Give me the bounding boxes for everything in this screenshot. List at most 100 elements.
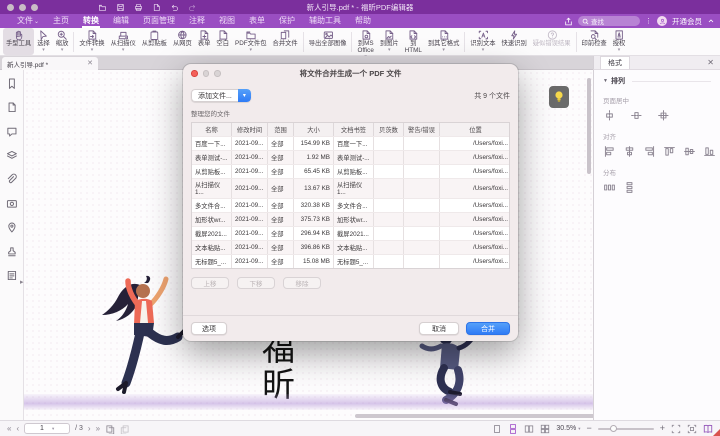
column-header[interactable]: 贝茨数: [374, 123, 404, 136]
toolbar-merge-button[interactable]: 合并文件: [270, 28, 301, 55]
quad-view-icon[interactable]: [540, 424, 550, 434]
facing-view-icon[interactable]: [524, 424, 534, 434]
toolbar-web-button[interactable]: 从网页: [170, 28, 195, 55]
toolbar-image-button[interactable]: 导出全部图像: [306, 28, 350, 55]
toolbar-quick-button[interactable]: 快速识别: [499, 28, 530, 55]
menu-item-转换[interactable]: 转换: [76, 14, 106, 28]
toolbar-clipboard-button[interactable]: 从剪贴板: [139, 28, 170, 55]
column-header[interactable]: 名称: [192, 123, 232, 136]
tip-lightbulb-icon[interactable]: [549, 86, 569, 108]
last-page-icon[interactable]: »: [96, 425, 100, 433]
toolbar-package-button[interactable]: PDF文件包▾: [232, 28, 270, 55]
membership-button[interactable]: 开通会员: [672, 16, 702, 27]
horizontal-scrollbar[interactable]: [355, 414, 593, 418]
toolbar-html-button[interactable]: 到HTML: [402, 28, 425, 55]
ph-center-v-icon[interactable]: [630, 109, 643, 122]
sidebar-pages-icon[interactable]: [5, 101, 18, 114]
file-row[interactable]: 表单测试-...2021-09...全部1.92 MB表单测试-.../User…: [192, 150, 509, 164]
merge-button[interactable]: 合并: [466, 322, 510, 335]
tab-format[interactable]: 格式: [600, 56, 630, 69]
page-number-input[interactable]: 1▾: [24, 423, 70, 434]
ph-center-h-icon[interactable]: [603, 109, 616, 122]
first-page-icon[interactable]: «: [7, 425, 11, 433]
dialog-close-button[interactable]: [191, 70, 198, 77]
file-row[interactable]: 从扫描仪 1...2021-09...全部13.67 KB从扫描仪 1.../U…: [192, 178, 509, 198]
toolbar-ocr-button[interactable]: 识别文本▾: [467, 28, 498, 55]
fit-width-icon[interactable]: [687, 424, 697, 434]
file-row[interactable]: 文本粘贴...2021-09...全部396.86 KB文本粘贴.../User…: [192, 240, 509, 254]
more-options-icon[interactable]: ⋮: [645, 17, 652, 25]
column-header[interactable]: 位置: [440, 123, 511, 136]
align-top-icon[interactable]: [663, 145, 676, 158]
menu-item-表单[interactable]: 表单: [242, 14, 272, 28]
mail-icon[interactable]: [152, 3, 161, 12]
redo-icon[interactable]: [188, 3, 197, 12]
vertical-scrollbar[interactable]: [587, 78, 591, 174]
zoom-level-dropdown[interactable]: 30.5% ▾: [556, 425, 580, 432]
add-files-dropdown-icon[interactable]: ▾: [238, 89, 251, 102]
rail-expander-icon[interactable]: ▸: [20, 278, 24, 286]
align-left-icon[interactable]: [603, 145, 616, 158]
zoom-out-button[interactable]: −: [586, 424, 591, 433]
toolbar-other-button[interactable]: 到其它格式▾: [425, 28, 462, 55]
toolbar-pic-button[interactable]: 到图片▾: [377, 28, 402, 55]
file-row[interactable]: 无标题5_...2021-09...全部15.08 MB无标题5_.../Use…: [192, 254, 509, 268]
column-header[interactable]: 大小: [294, 123, 334, 136]
toolbar-zoom-button[interactable]: 缩放▾: [53, 28, 72, 55]
sidebar-stamp-icon[interactable]: [5, 245, 18, 258]
toolbar-convert-button[interactable]: 文件转换▾: [76, 28, 107, 55]
menu-item-帮助[interactable]: 帮助: [348, 14, 378, 28]
minimize-window-button[interactable]: [19, 4, 26, 11]
menu-item-页面管理[interactable]: 页面管理: [136, 14, 182, 28]
avatar[interactable]: [657, 16, 667, 26]
cancel-button[interactable]: 取消: [419, 322, 459, 335]
collapse-section-icon[interactable]: ▼: [603, 78, 608, 84]
fit-page-icon[interactable]: [671, 424, 681, 434]
save-icon[interactable]: [116, 3, 125, 12]
window-traffic-lights[interactable]: [7, 4, 38, 11]
toolbar-cursor-button[interactable]: 选择▾: [34, 28, 53, 55]
zoom-window-button[interactable]: [31, 4, 38, 11]
menu-item-辅助工具[interactable]: 辅助工具: [302, 14, 348, 28]
toolbar-blankdoc-button[interactable]: 空白: [213, 28, 232, 55]
align-bottom-icon[interactable]: [703, 145, 716, 158]
remove-button[interactable]: 移除: [283, 277, 321, 289]
close-panel-icon[interactable]: ✕: [707, 58, 714, 67]
align-middle-icon[interactable]: [683, 145, 696, 158]
dist-h-icon[interactable]: [603, 181, 616, 194]
file-row[interactable]: 从剪贴板...2021-09...全部65.45 KB从剪贴板.../Users…: [192, 164, 509, 178]
menu-item-文件[interactable]: 文件⌄: [10, 14, 46, 28]
zoom-in-button[interactable]: +: [660, 424, 665, 433]
menu-item-保护[interactable]: 保护: [272, 14, 302, 28]
move-up-button[interactable]: 上移: [191, 277, 229, 289]
column-header[interactable]: 警告/错误: [404, 123, 440, 136]
open-file-icon[interactable]: [98, 3, 107, 12]
options-button[interactable]: 选项: [191, 322, 227, 335]
sidebar-location-icon[interactable]: [5, 221, 18, 234]
sidebar-layers-icon[interactable]: [5, 149, 18, 162]
sidebar-snapshot-icon[interactable]: [5, 197, 18, 210]
file-row[interactable]: 截屏2021...2021-09...全部296.94 KB截屏2021.../…: [192, 226, 509, 240]
toolbar-license-button[interactable]: 授权▾: [610, 28, 629, 55]
prev-view-icon[interactable]: [105, 424, 115, 434]
toolbar-hand-button[interactable]: 手型工具: [3, 28, 34, 55]
align-right-icon[interactable]: [643, 145, 656, 158]
next-view-icon[interactable]: [120, 424, 130, 434]
sidebar-attachment-icon[interactable]: [5, 173, 18, 186]
column-header[interactable]: 文档书签: [334, 123, 374, 136]
sidebar-bookmark-icon[interactable]: [5, 77, 18, 90]
prev-page-icon[interactable]: ‹: [16, 425, 19, 433]
toolbar-scanner-button[interactable]: 从扫描仪▾: [108, 28, 139, 55]
print-icon[interactable]: [134, 3, 143, 12]
toolbar-preflight-button[interactable]: 印前检查: [579, 28, 610, 55]
sidebar-comment-icon[interactable]: [5, 125, 18, 138]
search-input[interactable]: 查找: [578, 16, 640, 26]
zoom-slider-knob[interactable]: [610, 425, 617, 432]
menu-item-注释[interactable]: 注释: [182, 14, 212, 28]
toolbar-formplus-button[interactable]: 表单: [195, 28, 214, 55]
add-files-button[interactable]: 添加文件... ▾: [191, 89, 251, 102]
file-row[interactable]: 百度一下...2021-09...全部154.99 KB百度一下.../User…: [192, 136, 509, 150]
document-tab[interactable]: 新人引导.pdf * ✕: [2, 57, 98, 70]
file-row[interactable]: 多文件合...2021-09...全部320.38 KB多文件合.../User…: [192, 198, 509, 212]
menu-item-主页[interactable]: 主页: [46, 14, 76, 28]
